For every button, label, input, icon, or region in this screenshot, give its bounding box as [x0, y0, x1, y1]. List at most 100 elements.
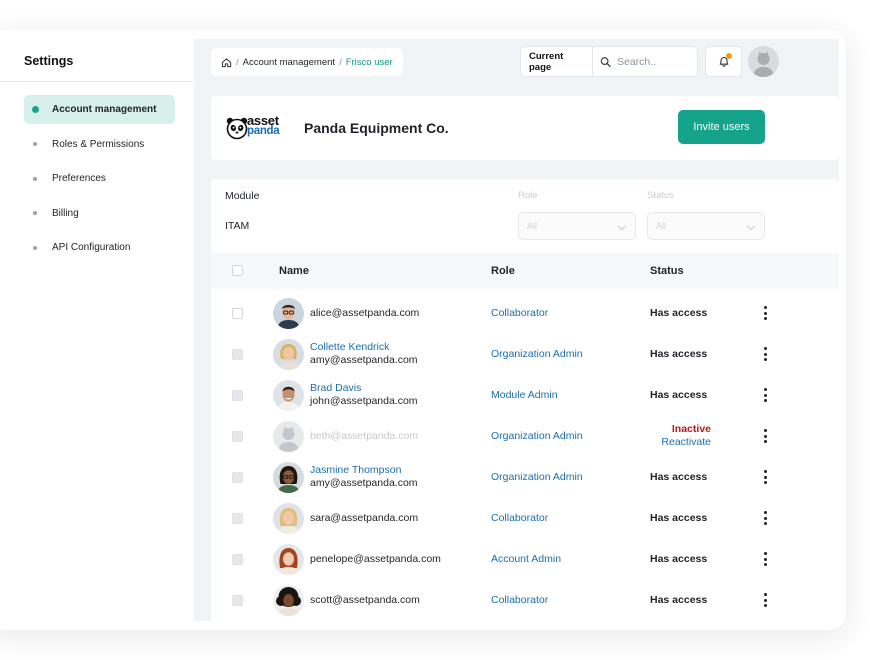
users-table: Name Role Status alice@assetpanda.com Co…	[211, 253, 839, 621]
sidebar-item-api-configuration[interactable]: API Configuration	[24, 233, 175, 262]
row-menu-icon[interactable]	[760, 511, 770, 525]
row-menu-icon[interactable]	[760, 347, 770, 361]
role-filter-select[interactable]: All	[518, 212, 636, 240]
role-link[interactable]: Collaborator	[491, 307, 548, 319]
breadcrumb-separator: /	[236, 56, 239, 68]
row-checkbox[interactable]	[232, 513, 243, 524]
user-info: alice@assetpanda.com	[310, 307, 419, 320]
row-menu-icon[interactable]	[760, 306, 770, 320]
bullet-icon	[33, 211, 37, 215]
man-dark-avatar-icon	[273, 380, 304, 411]
status-inactive: Inactive Reactivate	[656, 423, 711, 449]
user-name-link[interactable]: Jasmine Thompson	[310, 464, 418, 477]
woman-dark-avatar-icon	[273, 462, 304, 493]
module-value[interactable]: ITAM	[225, 220, 249, 232]
breadcrumb: / Account management / Frisco user	[211, 48, 403, 76]
table-row[interactable]: penelope@assetpanda.com Account Admin Ha…	[211, 539, 839, 580]
row-checkbox[interactable]	[232, 472, 243, 483]
sidebar-item-label: Preferences	[52, 173, 106, 184]
reactivate-link[interactable]: Reactivate	[656, 436, 711, 449]
user-info: scott@assetpanda.com	[310, 594, 420, 607]
role-link[interactable]: Organization Admin	[491, 348, 583, 360]
role-link[interactable]: Collaborator	[491, 512, 548, 524]
avatar	[273, 380, 304, 411]
row-checkbox[interactable]	[232, 554, 243, 565]
sidebar-item-account-management[interactable]: Account management	[24, 95, 175, 124]
module-label: Module	[225, 190, 260, 202]
role-link[interactable]: Organization Admin	[491, 430, 583, 442]
role-filter-label: Role	[518, 190, 538, 201]
row-checkbox[interactable]	[232, 390, 243, 401]
woman-red-avatar-icon	[273, 544, 304, 575]
select-all-checkbox[interactable]	[232, 265, 243, 276]
user-email: beth@assetpanda.com	[310, 430, 419, 442]
user-name-link[interactable]: Collette Kendrick	[310, 341, 418, 354]
avatar	[273, 585, 304, 616]
sidebar-item-label: Roles & Permissions	[52, 138, 145, 150]
user-placeholder-icon	[273, 421, 304, 452]
user-avatar-button[interactable]	[748, 46, 779, 77]
notification-dot-icon	[726, 53, 732, 59]
status-filter-select[interactable]: All	[647, 212, 765, 240]
filters-bar: Module ITAM Role All Status All	[211, 179, 839, 253]
user-name-link[interactable]: Brad Davis	[310, 382, 418, 395]
bullet-icon	[33, 245, 37, 250]
row-menu-icon[interactable]	[760, 388, 770, 402]
status-text: Has access	[650, 348, 708, 360]
bullet-icon	[33, 142, 37, 146]
sidebar-item-label: Account management	[52, 104, 157, 115]
sidebar-item-billing[interactable]: Billing	[24, 199, 175, 228]
search-scope-button[interactable]: Current page	[521, 47, 593, 76]
invite-users-button[interactable]: Invite users	[678, 110, 765, 144]
status-text: Has access	[650, 471, 708, 483]
column-header-name[interactable]: Name	[279, 265, 309, 277]
user-email: scott@assetpanda.com	[310, 594, 420, 606]
search-bar: Current page	[520, 46, 698, 77]
row-checkbox[interactable]	[232, 595, 243, 606]
row-menu-icon[interactable]	[760, 552, 770, 566]
search-icon	[600, 56, 611, 67]
sidebar-item-roles-permissions[interactable]: Roles & Permissions	[24, 130, 175, 159]
row-menu-icon[interactable]	[760, 470, 770, 484]
logo-wordmark-bottom: panda	[247, 125, 280, 137]
home-icon[interactable]	[221, 57, 232, 68]
sidebar-item-preferences[interactable]: Preferences	[24, 164, 175, 193]
row-checkbox[interactable]	[232, 308, 243, 319]
user-email: amy@assetpanda.com	[310, 477, 418, 489]
user-email: john@assetpanda.com	[310, 395, 418, 407]
settings-window: Settings Account management Roles & Perm…	[0, 30, 846, 630]
row-menu-icon[interactable]	[760, 593, 770, 607]
sidebar-nav: Account management Roles & Permissions P…	[24, 95, 175, 268]
search-input[interactable]	[617, 55, 697, 68]
sidebar-divider	[0, 81, 194, 82]
role-link[interactable]: Organization Admin	[491, 471, 583, 483]
table-row[interactable]: scott@assetpanda.com Collaborator Has ac…	[211, 580, 839, 621]
column-header-role[interactable]: Role	[491, 265, 515, 277]
table-row[interactable]: Jasmine Thompson amy@assetpanda.com Orga…	[211, 457, 839, 498]
sidebar-item-label: API Configuration	[52, 242, 131, 253]
table-header: Name Role Status	[211, 253, 839, 289]
table-row[interactable]: beth@assetpanda.com Organization Admin I…	[211, 416, 839, 457]
chevron-down-icon	[617, 221, 627, 231]
company-card: asset panda Panda Equipment Co. Invite u…	[211, 96, 839, 160]
row-menu-icon[interactable]	[760, 429, 770, 443]
role-link[interactable]: Module Admin	[491, 389, 558, 401]
status-text: Has access	[650, 594, 708, 606]
role-link[interactable]: Account Admin	[491, 553, 561, 565]
sidebar-item-label: Billing	[52, 207, 79, 219]
table-row[interactable]: sara@assetpanda.com Collaborator Has acc…	[211, 498, 839, 539]
notifications-button[interactable]	[705, 46, 742, 77]
row-checkbox[interactable]	[232, 349, 243, 360]
table-row[interactable]: Brad Davis john@assetpanda.com Module Ad…	[211, 375, 839, 416]
row-checkbox[interactable]	[232, 431, 243, 442]
breadcrumb-parent-link[interactable]: Account management	[243, 57, 335, 68]
column-header-status[interactable]: Status	[650, 265, 684, 277]
bullet-icon	[33, 176, 37, 181]
panda-logo-icon	[226, 117, 248, 140]
role-filter-value: All	[527, 221, 538, 231]
table-row[interactable]: Collette Kendrick amy@assetpanda.com Org…	[211, 334, 839, 375]
chevron-down-icon	[746, 221, 756, 231]
user-email: amy@assetpanda.com	[310, 354, 418, 366]
table-row[interactable]: alice@assetpanda.com Collaborator Has ac…	[211, 293, 839, 334]
role-link[interactable]: Collaborator	[491, 594, 548, 606]
